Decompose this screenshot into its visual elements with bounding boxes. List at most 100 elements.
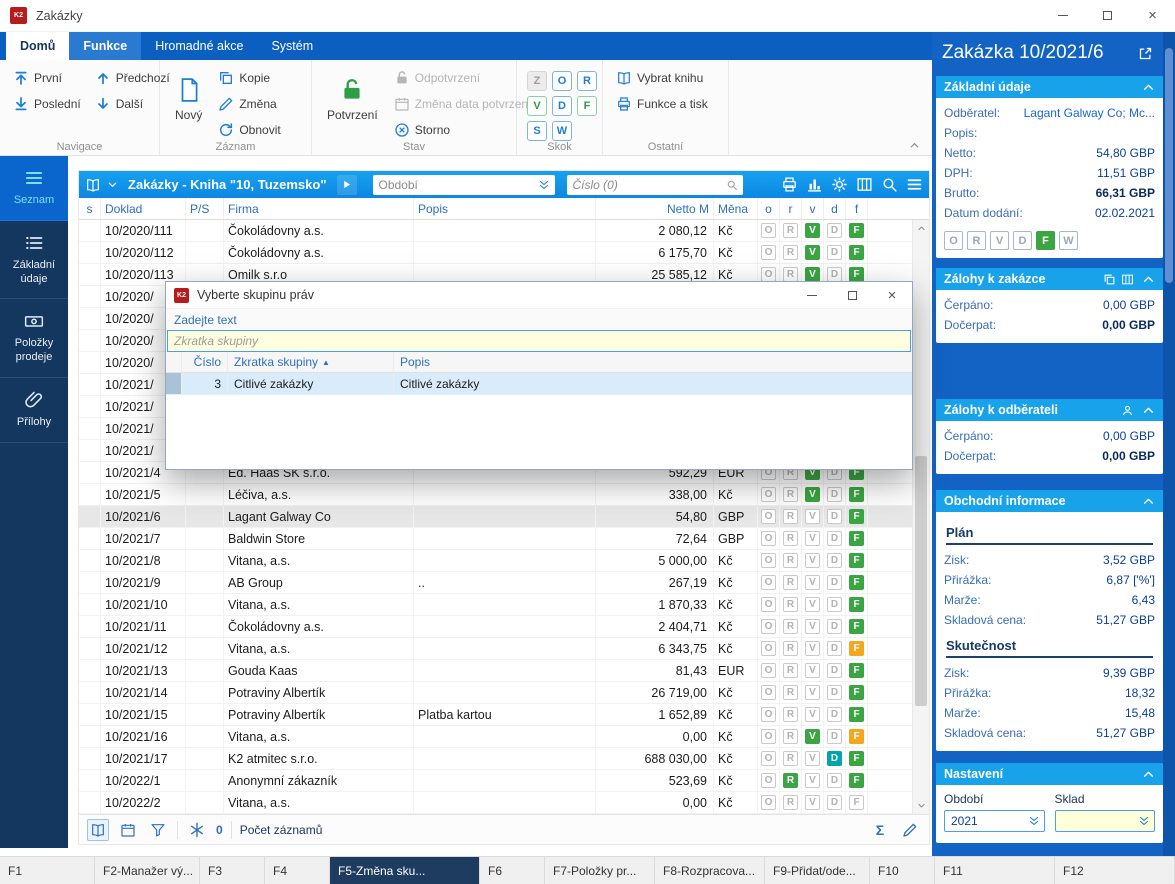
new-button[interactable]: Nový	[168, 66, 209, 132]
section-header-zalohy-odberateli[interactable]: Zálohy k odběrateli	[936, 399, 1163, 421]
skok-v-button[interactable]: V	[527, 96, 547, 116]
unconfirm-button[interactable]: Odpotvrzení	[389, 68, 537, 88]
search-settings-icon[interactable]	[881, 176, 898, 193]
table-row[interactable]: 10/2021/15Potraviny AlbertíkPlatba karto…	[79, 704, 912, 726]
skok-d-button[interactable]: D	[552, 96, 572, 116]
skok-w-button[interactable]: W	[552, 121, 572, 141]
statusbar-f11[interactable]: F11	[935, 857, 1055, 884]
statusbar-f9-pridat-ode[interactable]: F9-Přidat/ode...	[765, 857, 870, 884]
table-row[interactable]: 10/2021/5Léčiva, a.s.338,00KčORVDF	[79, 484, 912, 506]
open-detail-icon[interactable]	[1138, 46, 1153, 61]
copy-button[interactable]: Kopie	[213, 68, 285, 88]
dialog-minimize-button[interactable]	[792, 282, 832, 309]
menu-icon[interactable]	[906, 176, 923, 193]
close-button[interactable]: ×	[1130, 0, 1175, 31]
period-select[interactable]: 2021	[944, 810, 1045, 832]
statusbar-f10[interactable]: F10	[870, 857, 935, 884]
tab-domu[interactable]: Domů	[6, 32, 69, 60]
skok-o-button[interactable]: O	[552, 71, 572, 91]
number-search-input[interactable]: Číslo (0)	[567, 175, 743, 195]
confirm-button[interactable]: Potvrzení	[320, 66, 385, 132]
scroll-down-arrow[interactable]	[913, 797, 929, 814]
column-header-r[interactable]: r	[780, 198, 802, 219]
skok-s-button[interactable]: S	[527, 121, 547, 141]
dialog-row[interactable]: 3 Citlivé zakázky Citlivé zakázky	[166, 373, 912, 395]
change-button[interactable]: Změna	[213, 94, 285, 114]
dialog-close-button[interactable]: ×	[872, 282, 912, 309]
table-row[interactable]: 10/2021/8Vitana, a.s.5 000,00KčORVDF	[79, 550, 912, 572]
chart-icon[interactable]	[806, 176, 823, 193]
ribbon-collapse-button[interactable]	[909, 140, 920, 151]
cancel-storno-button[interactable]: Storno	[389, 120, 537, 140]
column-header-p-s[interactable]: P/S	[186, 198, 224, 219]
column-header-popis[interactable]: Popis	[414, 198, 596, 219]
print-icon[interactable]	[781, 176, 798, 193]
column-header-popis[interactable]: Popis	[394, 352, 912, 372]
statusbar-f2-manazer-vy[interactable]: F2-Manažer vý...	[95, 857, 200, 884]
edit-button[interactable]	[899, 819, 921, 841]
minimize-button[interactable]	[1040, 0, 1085, 31]
column-header-o[interactable]: o	[758, 198, 780, 219]
scroll-up-arrow[interactable]	[913, 220, 929, 237]
section-header-zakladni-udaje[interactable]: Základní údaje	[936, 76, 1163, 98]
sum-button[interactable]: Σ	[869, 819, 891, 841]
last-button[interactable]: Poslední	[8, 94, 86, 114]
panel-scrollbar-thumb[interactable]	[1165, 48, 1173, 283]
book-icon[interactable]	[85, 177, 101, 193]
table-row[interactable]: 10/2021/11Čokoládovny a.s.2 404,71KčORVD…	[79, 616, 912, 638]
chevron-down-icon[interactable]	[107, 179, 118, 190]
group-filter-input[interactable]	[167, 330, 911, 352]
column-header-firma[interactable]: Firma	[224, 198, 414, 219]
column-header-mena[interactable]: Měna	[714, 198, 758, 219]
vertical-scrollbar[interactable]	[912, 220, 929, 814]
statusbar-f4[interactable]: F4	[265, 857, 330, 884]
first-button[interactable]: První	[8, 68, 86, 88]
statusbar-f8-rozpracova[interactable]: F8-Rozpracova...	[655, 857, 765, 884]
sidebar-item-prilohy[interactable]: Přílohy	[0, 378, 68, 443]
table-row[interactable]: 10/2021/17K2 atmitec s.r.o.688 030,00KčO…	[79, 748, 912, 770]
skok-f-button[interactable]: F	[577, 96, 597, 116]
column-header-cislo[interactable]: Číslo	[182, 352, 228, 372]
column-header-doklad[interactable]: Doklad	[101, 198, 186, 219]
statusbar-f12[interactable]: F12	[1055, 857, 1175, 884]
column-header-netto-m[interactable]: Netto M	[596, 198, 714, 219]
column-header-d[interactable]: d	[824, 198, 846, 219]
filter-button[interactable]	[147, 819, 169, 841]
table-row[interactable]: 10/2021/13Gouda Kaas81,43EURORVDF	[79, 660, 912, 682]
skok-r-button[interactable]: R	[577, 71, 597, 91]
table-row[interactable]: 10/2021/6Lagant Galway Co54,80GBPORVDF	[79, 506, 912, 528]
sidebar-item-polozky-prodeje[interactable]: Položky prodeje	[0, 299, 68, 378]
gear-icon[interactable]	[831, 176, 848, 193]
statusbar-f6[interactable]: F6	[480, 857, 545, 884]
functions-print-button[interactable]: Funkce a tisk	[611, 94, 720, 114]
table-row[interactable]: 10/2021/14Potraviny Albertík26 719,00KčO…	[79, 682, 912, 704]
column-header-s[interactable]: s	[79, 198, 101, 219]
column-header-v[interactable]: v	[802, 198, 824, 219]
select-book-button[interactable]: Vybrat knihu	[611, 68, 720, 88]
table-row[interactable]: 10/2021/7Baldwin Store72,64GBPORVDF	[79, 528, 912, 550]
section-header-obchodni-informace[interactable]: Obchodní informace	[936, 490, 1163, 512]
sidebar-item-seznam[interactable]: Seznam	[0, 156, 68, 221]
section-header-zalohy-zakazce[interactable]: Zálohy k zakázce	[936, 268, 1163, 290]
columns-icon[interactable]	[856, 176, 873, 193]
tab-system[interactable]: Systém	[257, 32, 327, 60]
book-view-button[interactable]	[87, 819, 109, 841]
refresh-button[interactable]: Obnovit	[213, 120, 285, 140]
field-value[interactable]: Lagant Galway Co; Mc...	[1024, 106, 1155, 120]
table-row[interactable]: 10/2021/10Vitana, a.s.1 870,33KčORVDF	[79, 594, 912, 616]
tab-hromadne-akce[interactable]: Hromadné akce	[141, 32, 257, 60]
table-row[interactable]: 10/2020/112Čokoládovny a.s.6 175,70KčORV…	[79, 242, 912, 264]
sidebar-item-zakladni-udaje[interactable]: Základní údaje	[0, 221, 68, 300]
column-header-zkratka[interactable]: Zkratka skupiny▲	[228, 352, 394, 372]
conditions-button[interactable]	[186, 819, 208, 841]
copy-icon[interactable]	[1103, 273, 1116, 286]
person-icon[interactable]	[1121, 404, 1134, 417]
change-confirm-date-button[interactable]: Změna data potvrzení	[389, 94, 537, 114]
table-row[interactable]: 10/2021/9AB Group..267,19KčORVDF	[79, 572, 912, 594]
period-filter-combo[interactable]: Období	[373, 175, 555, 195]
table-row[interactable]: 10/2022/2Vitana, a.s.0,00KčORVDF	[79, 792, 912, 814]
document-icon[interactable]	[1121, 273, 1134, 286]
next-book-button[interactable]	[337, 175, 357, 195]
dialog-maximize-button[interactable]	[832, 282, 872, 309]
table-row[interactable]: 10/2020/111Čokoládovny a.s.2 080,12KčORV…	[79, 220, 912, 242]
